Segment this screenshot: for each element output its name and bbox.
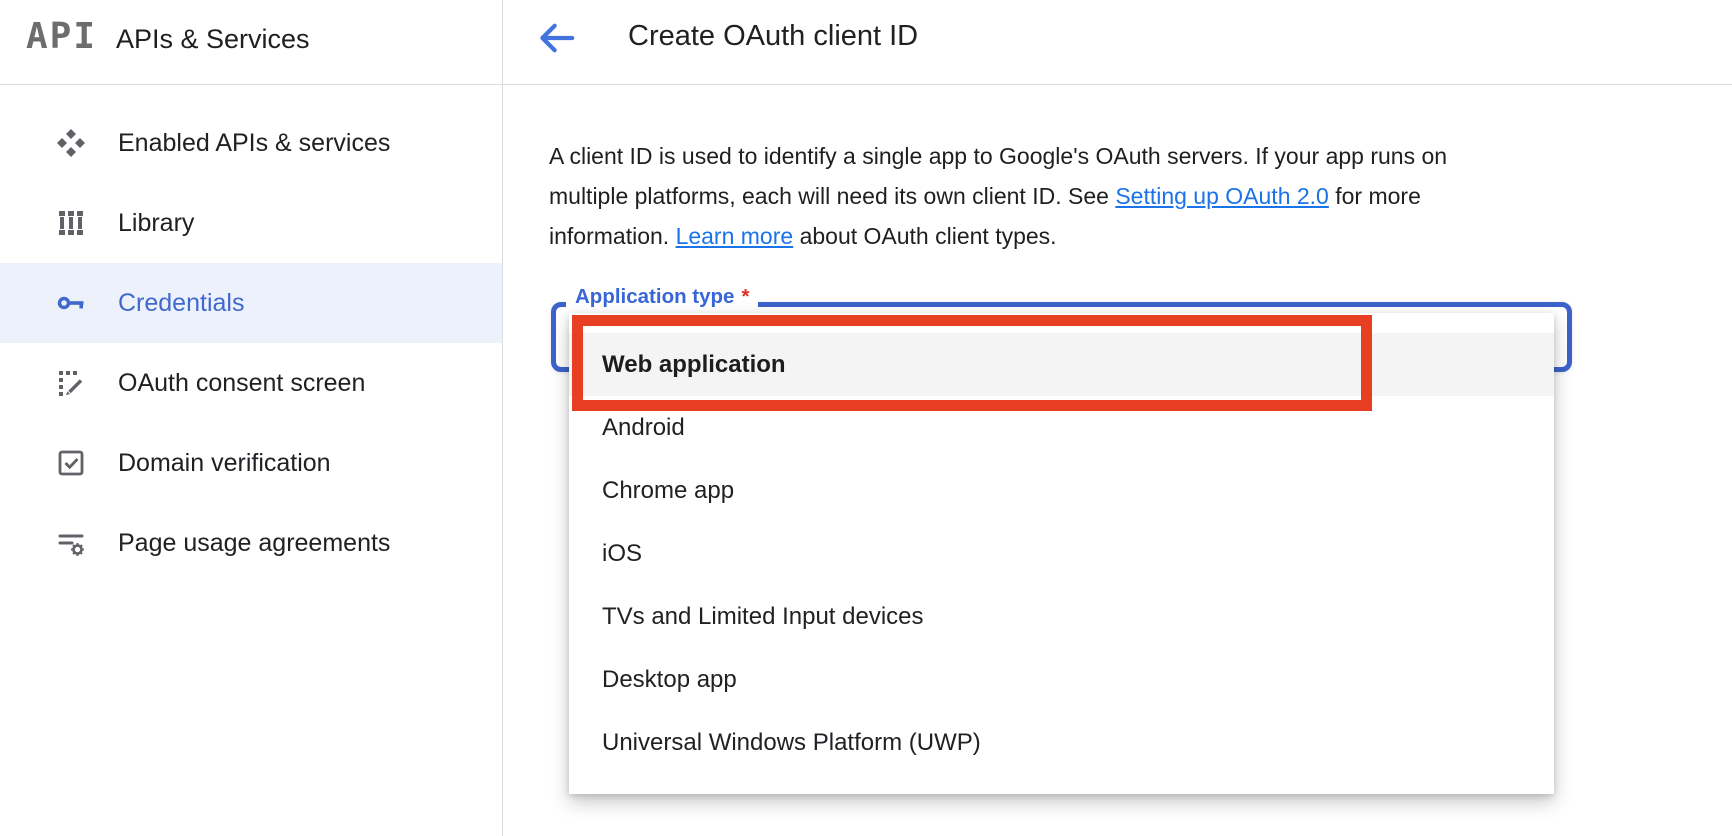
intro-line3-post: about OAuth client types. <box>793 223 1057 249</box>
page: API APIs & Services Enabled APIs & servi… <box>0 0 1732 836</box>
sidebar-item-label: Page usage agreements <box>118 528 391 557</box>
setting-up-oauth-link[interactable]: Setting up OAuth 2.0 <box>1115 183 1329 209</box>
page-usage-icon <box>54 526 88 560</box>
option-desktop-app[interactable]: Desktop app <box>569 648 1554 711</box>
oauth-consent-icon <box>54 366 88 400</box>
sidebar-item-label: Domain verification <box>118 448 331 477</box>
sidebar-item-library[interactable]: Library <box>0 183 502 263</box>
sidebar-item-domain-verification[interactable]: Domain verification <box>0 423 502 503</box>
api-logo: API <box>26 16 98 57</box>
application-type-label: Application type * <box>566 283 759 310</box>
sidebar-item-oauth-consent[interactable]: OAuth consent screen <box>0 343 502 423</box>
domain-verification-icon <box>54 446 88 480</box>
option-android[interactable]: Android <box>569 396 1554 459</box>
intro-line2-pre: multiple platforms, each will need its o… <box>549 183 1116 209</box>
required-asterisk: * <box>741 285 750 308</box>
page-title: Create OAuth client ID <box>628 20 919 52</box>
field-label-text: Application type <box>575 285 735 308</box>
back-arrow-icon <box>536 17 580 59</box>
option-tvs-limited-input[interactable]: TVs and Limited Input devices <box>569 585 1554 648</box>
option-uwp[interactable]: Universal Windows Platform (UWP) <box>569 711 1554 774</box>
intro-line1: A client ID is used to identify a single… <box>549 143 1448 169</box>
sidebar-item-label: Enabled APIs & services <box>118 128 391 157</box>
option-chrome-app[interactable]: Chrome app <box>569 459 1554 522</box>
back-button[interactable] <box>536 16 580 60</box>
sidebar-item-label: OAuth consent screen <box>118 368 366 397</box>
header-divider <box>0 84 1732 85</box>
key-icon <box>54 286 88 320</box>
sidebar-item-credentials[interactable]: Credentials <box>0 263 502 343</box>
intro-line2-post: for more <box>1328 183 1421 209</box>
option-ios[interactable]: iOS <box>569 522 1554 585</box>
option-web-application[interactable]: Web application <box>569 333 1554 396</box>
sidebar-item-enabled-apis[interactable]: Enabled APIs & services <box>0 103 502 183</box>
intro-paragraph: A client ID is used to identify a single… <box>549 136 1447 256</box>
learn-more-link[interactable]: Learn more <box>676 223 794 249</box>
sidebar-divider <box>502 0 503 836</box>
application-type-dropdown: Web application Android Chrome app iOS T… <box>569 313 1554 794</box>
sidebar-item-label: Credentials <box>118 288 245 317</box>
product-title: APIs & Services <box>116 24 310 54</box>
sidebar-item-page-usage[interactable]: Page usage agreements <box>0 503 502 583</box>
sidebar-item-label: Library <box>118 208 195 237</box>
intro-line3-pre: information. <box>549 223 676 249</box>
apis-icon <box>54 126 88 160</box>
library-icon <box>54 206 88 240</box>
